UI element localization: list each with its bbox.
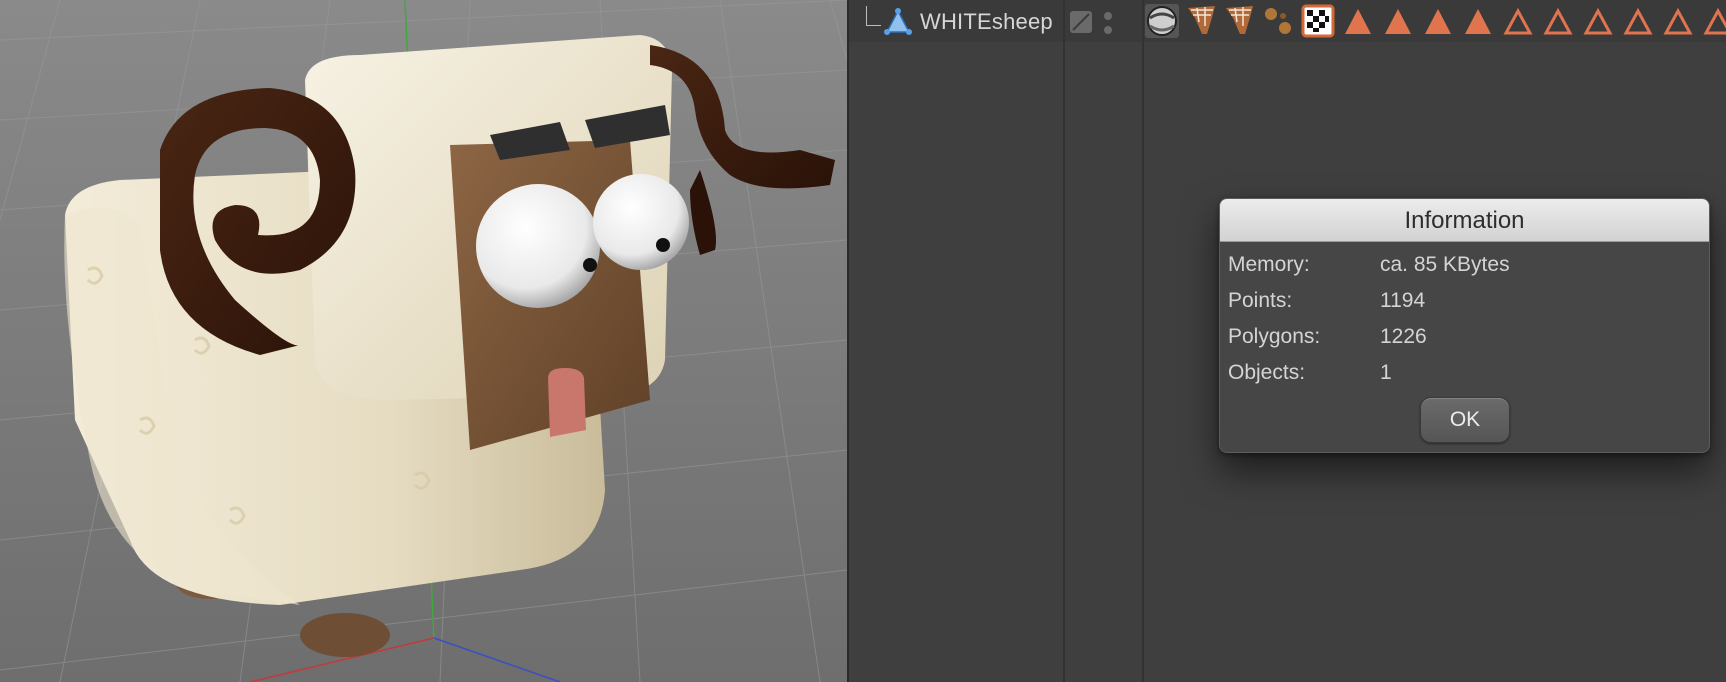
column-separator[interactable]	[1063, 0, 1065, 682]
checker-texture-tag-icon[interactable]	[1301, 4, 1335, 38]
point-selection-tag-icon[interactable]	[1501, 4, 1535, 38]
info-label: Objects:	[1228, 361, 1306, 384]
column-separator[interactable]	[1142, 0, 1144, 682]
polygon-selection-tag-icon[interactable]	[1381, 4, 1415, 38]
info-label: Points:	[1228, 289, 1293, 312]
point-selection-tag-icon[interactable]	[1581, 4, 1615, 38]
visibility-dots-icon[interactable]	[1103, 10, 1113, 36]
tree-connector	[866, 6, 881, 26]
info-value: ca. 85 KBytes	[1380, 253, 1510, 276]
point-selection-tag-icon[interactable]	[1661, 4, 1695, 38]
info-value: 1226	[1380, 325, 1427, 348]
uvw-map-tag-icon[interactable]	[1223, 4, 1257, 38]
dialog-titlebar[interactable]: Information	[1220, 199, 1709, 242]
point-selection-tag-icon[interactable]	[1701, 4, 1726, 38]
point-selection-tag-icon[interactable]	[1541, 4, 1575, 38]
bones-tag-icon[interactable]	[1261, 4, 1295, 38]
ok-button[interactable]: OK	[1420, 397, 1510, 443]
object-row[interactable]: WHITEsheep	[849, 0, 1726, 42]
uvw-map-tag-icon[interactable]	[1185, 4, 1219, 38]
information-dialog: Information Memory: ca. 85 KBytes Points…	[1219, 198, 1710, 453]
point-selection-tag-icon[interactable]	[1621, 4, 1655, 38]
sheep-model-render	[0, 0, 847, 682]
info-value: 1	[1380, 361, 1392, 384]
layer-color-icon[interactable]	[1069, 10, 1093, 34]
polygon-selection-tag-icon[interactable]	[1341, 4, 1375, 38]
material-sphere-tag-icon[interactable]	[1145, 4, 1179, 38]
dialog-title: Information	[1404, 207, 1525, 234]
render-visibility-dot[interactable]	[1104, 26, 1112, 34]
info-value: 1194	[1380, 289, 1426, 312]
polygon-selection-tag-icon[interactable]	[1421, 4, 1455, 38]
viewport[interactable]	[0, 0, 847, 682]
object-name-label[interactable]: WHITEsheep	[920, 9, 1053, 35]
info-label: Polygons:	[1228, 325, 1321, 348]
polygon-selection-tag-icon[interactable]	[1461, 4, 1495, 38]
info-label: Memory:	[1228, 253, 1310, 276]
editor-visibility-dot[interactable]	[1104, 12, 1112, 20]
polygon-object-icon[interactable]	[883, 7, 913, 37]
